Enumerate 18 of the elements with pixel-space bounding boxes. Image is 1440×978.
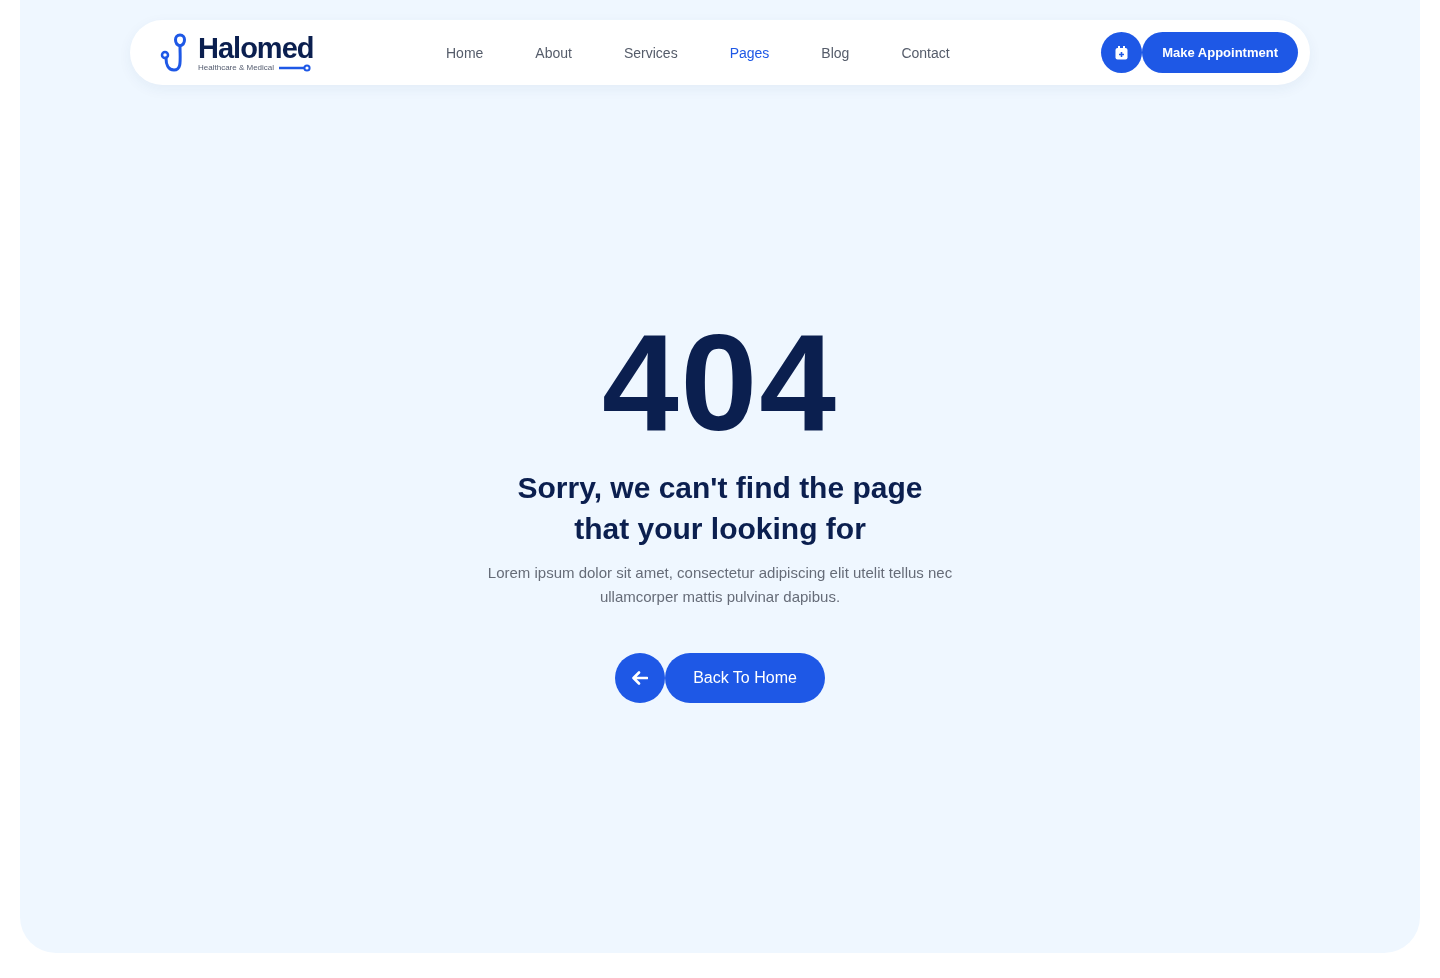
error-heading: Sorry, we can't find the page that your looking for <box>516 470 924 547</box>
arrow-left-icon <box>632 671 649 685</box>
nav-link[interactable]: Blog <box>795 44 876 61</box>
logo-name: Halomed <box>198 33 314 63</box>
calendar-icon <box>1115 45 1129 60</box>
line-dot-icon <box>279 63 312 72</box>
nav-link[interactable]: About <box>509 44 598 61</box>
logo-tagline: Healthcare & Medical <box>198 63 275 72</box>
nav-link[interactable]: Home <box>420 44 510 61</box>
error-description: Lorem ipsum dolor sit amet, consectetur adipiscing elit utelit tellus nec ullamcorper mattis pulvinar dapibus. <box>486 563 954 607</box>
back-arrow-button[interactable] <box>615 653 666 703</box>
nav-link[interactable]: Services <box>597 44 704 61</box>
calendar-button[interactable] <box>1101 32 1143 73</box>
nav-link[interactable]: Contact <box>875 44 976 61</box>
nav-link[interactable]: Pages <box>703 44 796 61</box>
error-code: 404 <box>601 307 839 457</box>
appointment-button[interactable]: Make Appointment <box>1142 32 1298 73</box>
back-home-button[interactable]: Back To Home <box>665 653 825 703</box>
